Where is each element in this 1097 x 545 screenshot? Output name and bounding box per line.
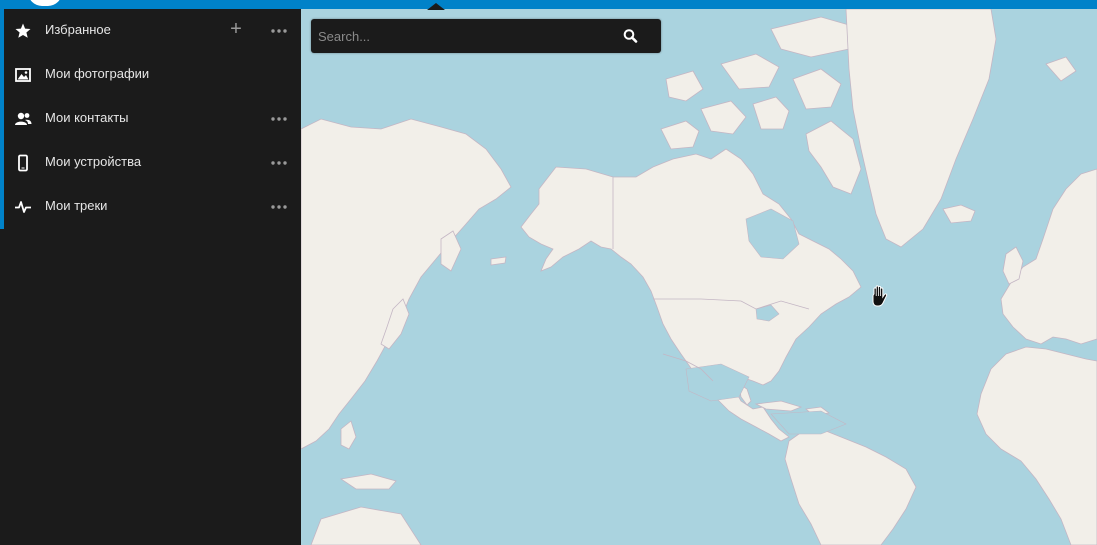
world-map-tiles bbox=[301, 9, 1097, 545]
app-logo[interactable] bbox=[28, 0, 62, 6]
sidebar-item-label: Избранное bbox=[45, 22, 111, 37]
activity-icon bbox=[14, 198, 32, 216]
sidebar-item-label: Мои контакты bbox=[45, 110, 129, 125]
add-favorite-button[interactable]: + bbox=[227, 19, 245, 41]
search-input[interactable] bbox=[311, 19, 611, 53]
more-options-icon[interactable] bbox=[270, 200, 288, 214]
sidebar-item-photos[interactable]: Мои фотографии bbox=[4, 53, 301, 97]
more-options-icon[interactable] bbox=[270, 24, 288, 38]
sidebar-item-label: Мои устройства bbox=[45, 154, 142, 169]
contacts-icon bbox=[14, 110, 32, 128]
map-view[interactable] bbox=[301, 9, 1097, 545]
hand-grab-cursor-icon bbox=[869, 284, 891, 308]
sidebar-item-favorites[interactable]: Избранное + bbox=[4, 9, 301, 53]
top-header-bar bbox=[0, 0, 1097, 10]
sidebar-item-devices[interactable]: Мои устройства bbox=[4, 141, 301, 185]
more-options-icon[interactable] bbox=[270, 112, 288, 126]
phone-icon bbox=[14, 154, 32, 172]
sidebar: Избранное + Мои фотографии Мои контакты … bbox=[0, 9, 301, 545]
image-icon bbox=[14, 66, 32, 84]
search-icon[interactable] bbox=[617, 25, 643, 47]
active-app-indicator bbox=[427, 3, 445, 10]
search-bar bbox=[311, 19, 661, 53]
star-icon bbox=[14, 22, 32, 40]
more-options-icon[interactable] bbox=[270, 156, 288, 170]
sidebar-item-label: Мои треки bbox=[45, 198, 108, 213]
sidebar-item-label: Мои фотографии bbox=[45, 66, 150, 81]
sidebar-item-contacts[interactable]: Мои контакты bbox=[4, 97, 301, 141]
sidebar-item-tracks[interactable]: Мои треки bbox=[4, 185, 301, 229]
